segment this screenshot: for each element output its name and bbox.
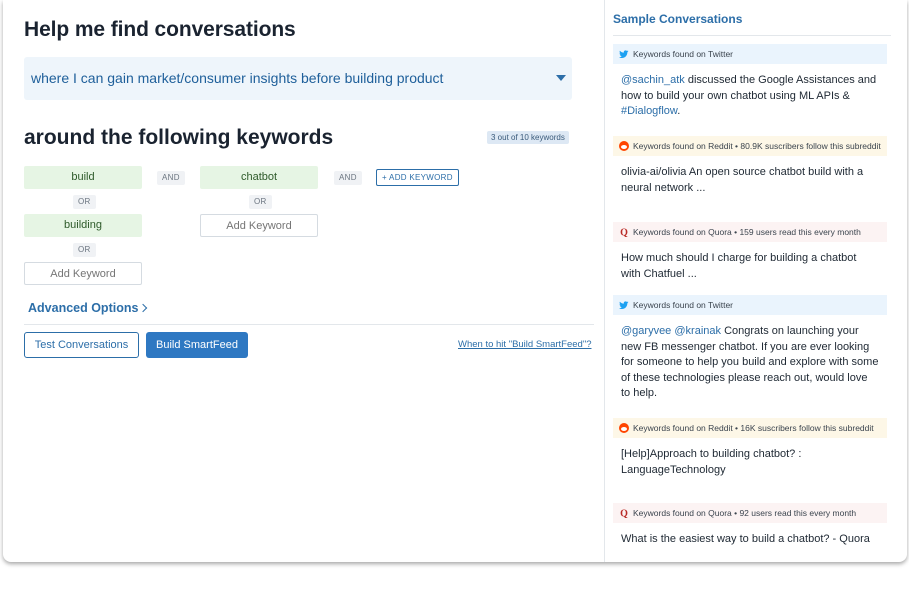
mention-link[interactable]: @sachin_atk — [621, 74, 685, 86]
when-to-build-help-link[interactable]: When to hit "Build SmartFeed"? — [458, 339, 591, 350]
page-title: Help me find conversations — [24, 18, 296, 41]
build-smartfeed-button[interactable]: Build SmartFeed — [146, 332, 248, 358]
conversation-source: Q Keywords found on Quora • 92 users read… — [613, 503, 887, 523]
advanced-options-link[interactable]: Advanced Options — [28, 301, 148, 315]
keyword-chip[interactable]: chatbot — [200, 166, 318, 189]
svg-text:Q: Q — [620, 509, 628, 518]
conversation-source-label: Keywords found on Twitter — [633, 49, 734, 59]
conversation-text: What is the easiest way to build a chatb… — [613, 523, 887, 548]
divider — [24, 324, 594, 325]
conversation-text: @garyvee @krainak Congrats on launching … — [613, 315, 887, 402]
or-connector: OR — [249, 195, 272, 209]
conversation-card[interactable]: Keywords found on Reddit • 16K suscriber… — [613, 418, 887, 478]
conversation-source: Keywords found on Twitter — [613, 295, 887, 315]
test-conversations-button[interactable]: Test Conversations — [24, 332, 139, 358]
add-keyword-input[interactable] — [200, 214, 318, 237]
mention-link[interactable]: #Dialogflow — [621, 105, 677, 117]
conversation-card[interactable]: Q Keywords found on Quora • 92 users read… — [613, 503, 887, 548]
twitter-icon — [619, 50, 629, 58]
conversation-text-segment: How much should I charge for building a … — [621, 252, 857, 280]
conversation-text-segment: olivia-ai/olivia An open source chatbot … — [621, 166, 864, 194]
divider — [613, 35, 891, 36]
advanced-options-label: Advanced Options — [28, 301, 139, 315]
conversation-source-label: Keywords found on Twitter — [633, 300, 734, 310]
quora-icon: Q — [620, 509, 628, 518]
and-connector: AND — [334, 171, 362, 185]
reddit-icon — [619, 141, 629, 151]
app-window: Help me find conversations where I can g… — [3, 0, 907, 562]
conversation-text: [Help]Approach to building chatbot? : La… — [613, 438, 887, 478]
conversation-text-segment: [Help]Approach to building chatbot? : La… — [621, 448, 802, 476]
twitter-icon — [619, 301, 629, 309]
keyword-chip[interactable]: build — [24, 166, 142, 189]
conversation-card[interactable]: Q Keywords found on Quora • 159 users rea… — [613, 222, 887, 282]
conversation-card[interactable]: Keywords found on Twitter @garyvee @krain… — [613, 295, 887, 402]
sidebar-title: Sample Conversations — [613, 12, 743, 26]
sample-conversations-panel: Sample Conversations Keywords found on T… — [604, 0, 907, 562]
conversation-text: How much should I charge for building a … — [613, 242, 887, 282]
conversation-source: Keywords found on Reddit • 80.9K suscrib… — [613, 136, 887, 156]
conversation-card[interactable]: Keywords found on Twitter @sachin_atk dis… — [613, 44, 887, 120]
conversation-text-segment: What is the easiest way to build a chatb… — [621, 533, 870, 545]
reddit-icon — [619, 423, 629, 433]
keyword-chip[interactable]: building — [24, 214, 142, 237]
conversation-text-segment: . — [677, 105, 681, 117]
conversation-source-label: Keywords found on Reddit • 16K suscriber… — [633, 423, 874, 433]
conversation-source-label: Keywords found on Quora • 92 users read … — [633, 508, 857, 518]
conversation-source: Keywords found on Reddit • 16K suscriber… — [613, 418, 887, 438]
conversation-text: olivia-ai/olivia An open source chatbot … — [613, 156, 887, 196]
keywords-heading: around the following keywords — [24, 126, 334, 149]
conversation-source-label: Keywords found on Reddit • 80.9K suscrib… — [633, 141, 881, 151]
and-connector: AND — [157, 171, 185, 185]
mention-link[interactable]: @garyvee — [621, 325, 671, 337]
chevron-right-icon — [139, 303, 148, 313]
conversation-text: @sachin_atk discussed the Google Assista… — [613, 64, 887, 120]
conversation-card[interactable]: Keywords found on Reddit • 80.9K suscrib… — [613, 136, 887, 196]
intent-dropdown-value: where I can gain market/consumer insight… — [31, 70, 444, 86]
conversation-source: Q Keywords found on Quora • 159 users rea… — [613, 222, 887, 242]
keyword-count-badge: 3 out of 10 keywords — [487, 131, 569, 144]
or-connector: OR — [73, 195, 96, 209]
conversation-source-label: Keywords found on Quora • 159 users read… — [633, 227, 861, 237]
intent-dropdown[interactable]: where I can gain market/consumer insight… — [24, 57, 572, 100]
caret-down-icon — [556, 75, 566, 81]
add-keyword-input[interactable] — [24, 262, 142, 285]
svg-text:Q: Q — [620, 228, 628, 237]
mention-link[interactable]: @krainak — [674, 325, 721, 337]
feed-builder-panel: Help me find conversations where I can g… — [3, 0, 604, 562]
quora-icon: Q — [620, 228, 628, 237]
or-connector: OR — [73, 243, 96, 257]
conversation-source: Keywords found on Twitter — [613, 44, 887, 64]
add-keyword-button[interactable]: + ADD KEYWORD — [376, 169, 459, 186]
